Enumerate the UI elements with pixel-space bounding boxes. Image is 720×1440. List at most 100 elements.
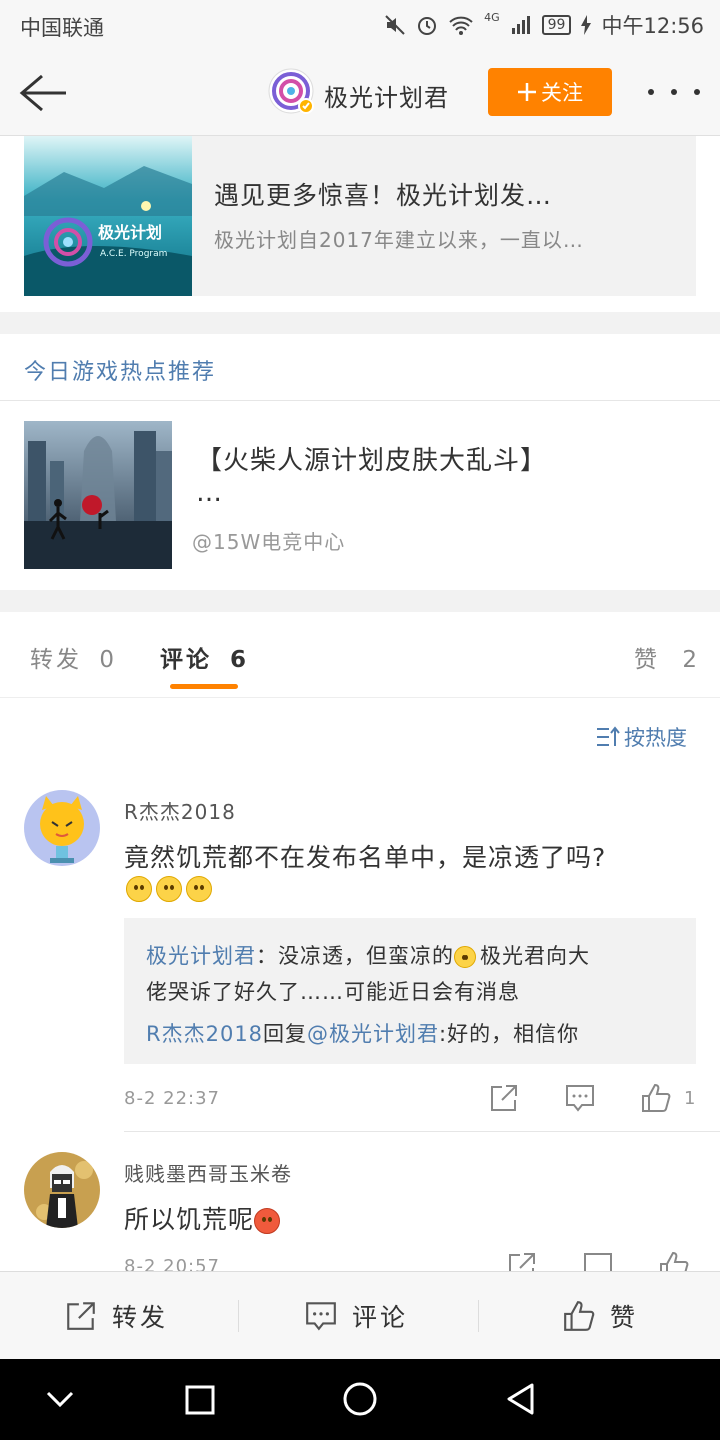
- back-button[interactable]: [18, 70, 70, 116]
- recents-button[interactable]: [184, 1384, 216, 1416]
- tab-comments-label: 评论: [160, 647, 212, 673]
- recommend-title[interactable]: 【火柴人源计划皮肤大乱斗】: [196, 440, 547, 477]
- system-nav-bar: [0, 1359, 720, 1440]
- comment-text-body: 竟然饥荒都不在发布名单中，是凉透了吗?: [124, 843, 607, 872]
- comment-button[interactable]: 评论: [304, 1272, 408, 1360]
- reply-line: 佬哭诉了好久了……可能近日会有消息: [146, 976, 520, 1006]
- tab-likes-count: 2: [682, 647, 697, 673]
- reply-text: 没凉透，但蛮凉的: [278, 944, 454, 968]
- repost-label: 转发: [112, 1303, 169, 1332]
- like-button[interactable]: 赞: [562, 1272, 638, 1360]
- sad-emoji-icon: [156, 876, 182, 902]
- reply-thread[interactable]: 极光计划君：没凉透，但蛮凉的 极光君向大 佬哭诉了好久了……可能近日会有消息 R杰…: [124, 918, 696, 1064]
- comment-author[interactable]: 贱贱墨西哥玉米卷: [124, 1158, 292, 1187]
- hide-keyboard-button[interactable]: [44, 1385, 76, 1415]
- cartoon-cat-avatar-icon: [24, 790, 100, 866]
- follow-label: 关注: [541, 81, 583, 105]
- account-avatar[interactable]: [268, 68, 314, 114]
- section-spacer: [0, 312, 720, 334]
- character-avatar-icon: [24, 1152, 100, 1228]
- reply-text: 佬哭诉了好久了……可能近日会有消息: [146, 980, 520, 1004]
- stickman-game-thumbnail-icon: [24, 421, 172, 569]
- reply-line: R杰杰2018回复@极光计划君:好的，相信你: [146, 1018, 579, 1048]
- carrier-label: 中国联通: [20, 16, 104, 40]
- follow-button[interactable]: 关注: [488, 68, 612, 116]
- status-icons: 4G 99 中午12:56: [384, 10, 704, 40]
- divider: [0, 400, 720, 401]
- more-button[interactable]: [648, 82, 700, 102]
- divider: [238, 1300, 239, 1332]
- back-nav-button[interactable]: [504, 1382, 538, 1416]
- home-button[interactable]: [342, 1381, 378, 1417]
- back-arrow-icon: [19, 74, 66, 112]
- aurora-logo-icon: [268, 68, 314, 114]
- more-dot-icon: [648, 89, 654, 95]
- reply-comment-button[interactable]: [564, 1082, 596, 1114]
- comment-emojis: [126, 876, 216, 902]
- thumbnail-text: 极光计划: [98, 223, 162, 242]
- comment-icon: [566, 1085, 594, 1112]
- comment-author[interactable]: R杰杰2018: [124, 796, 236, 825]
- wifi-icon: [449, 16, 473, 35]
- clock-label: 中午12:56: [601, 14, 704, 38]
- tab-repost-count: 0: [99, 647, 114, 673]
- reply-line: 极光计划君：没凉透，但蛮凉的 极光君向大: [146, 940, 590, 970]
- ace-program-thumbnail-icon: 极光计划 A.C.E. Program: [24, 136, 192, 296]
- sad-emoji-icon: [126, 876, 152, 902]
- network-type-label: 4G: [484, 10, 500, 24]
- more-dot-icon: [694, 89, 700, 95]
- comment-text: 竟然饥荒都不在发布名单中，是凉透了吗?: [124, 838, 606, 874]
- sad-emoji-icon: [186, 876, 212, 902]
- divider: [478, 1300, 479, 1332]
- tab-likes-label: 赞: [634, 647, 657, 673]
- mute-icon: [385, 15, 405, 35]
- angry-emoji-icon: [254, 1208, 281, 1234]
- tab-repost[interactable]: 转发 0: [30, 640, 114, 674]
- avatar[interactable]: [24, 790, 100, 866]
- repost-button[interactable]: 转发: [64, 1272, 168, 1360]
- reply-text: 极光君向大: [480, 944, 590, 968]
- comment-time: 8-2 22:37: [124, 1088, 220, 1109]
- bottom-action-bar: 转发 评论 赞: [0, 1271, 720, 1359]
- section-spacer: [0, 590, 720, 612]
- sweat-emoji-icon: [454, 946, 476, 968]
- comment-label: 评论: [352, 1303, 409, 1332]
- triangle-back-icon: [507, 1383, 534, 1415]
- tab-likes[interactable]: 赞 2: [634, 640, 697, 674]
- reply-separator: ：: [256, 944, 278, 968]
- avatar[interactable]: [24, 1152, 100, 1228]
- charging-icon: [581, 15, 592, 35]
- article-title: 遇见更多惊喜！极光计划发…: [214, 181, 553, 210]
- sort-label: 按热度: [624, 726, 687, 750]
- tab-repost-label: 转发: [30, 647, 82, 673]
- circle-icon: [343, 1382, 377, 1416]
- reply-text: :好的，相信你: [439, 1022, 580, 1046]
- recommend-thumbnail[interactable]: [24, 421, 172, 569]
- share-icon: [491, 1085, 517, 1111]
- sort-by-hot-button[interactable]: 按热度: [596, 722, 687, 752]
- square-icon: [185, 1385, 215, 1415]
- comment-text: 所以饥荒呢: [124, 1200, 284, 1236]
- reply-mention[interactable]: @极光计划君: [307, 1022, 439, 1046]
- share-icon: [67, 1302, 95, 1330]
- tab-comments[interactable]: 评论 6: [160, 640, 246, 674]
- recommend-title-overflow: …: [196, 478, 222, 508]
- comment-text-body: 所以饥荒呢: [124, 1205, 255, 1234]
- divider: [124, 1131, 720, 1132]
- linked-article-card[interactable]: 极光计划 A.C.E. Program 遇见更多惊喜！极光计划发… 极光计划自2…: [24, 136, 696, 296]
- interaction-tabs: 转发 0 评论 6 赞 2: [0, 612, 720, 698]
- thumbs-up-icon: [642, 1083, 671, 1112]
- tab-comments-count: 6: [230, 647, 247, 673]
- reply-author[interactable]: R杰杰2018: [146, 1022, 263, 1046]
- more-dot-icon: [671, 89, 677, 95]
- like-comment-button[interactable]: [640, 1082, 672, 1114]
- battery-icon: 99: [541, 15, 572, 35]
- recommend-section-title: 今日游戏热点推荐: [24, 360, 217, 385]
- account-name[interactable]: 极光计划君: [324, 78, 449, 113]
- comment-icon: [306, 1302, 336, 1331]
- thumbnail-subtext: A.C.E. Program: [100, 249, 167, 259]
- share-comment-button[interactable]: [488, 1082, 520, 1114]
- reply-author[interactable]: 极光计划君: [146, 944, 256, 968]
- status-bar: 中国联通 4G 99 中午12:56: [0, 0, 720, 52]
- recommend-source[interactable]: @15W电竞中心: [192, 526, 345, 555]
